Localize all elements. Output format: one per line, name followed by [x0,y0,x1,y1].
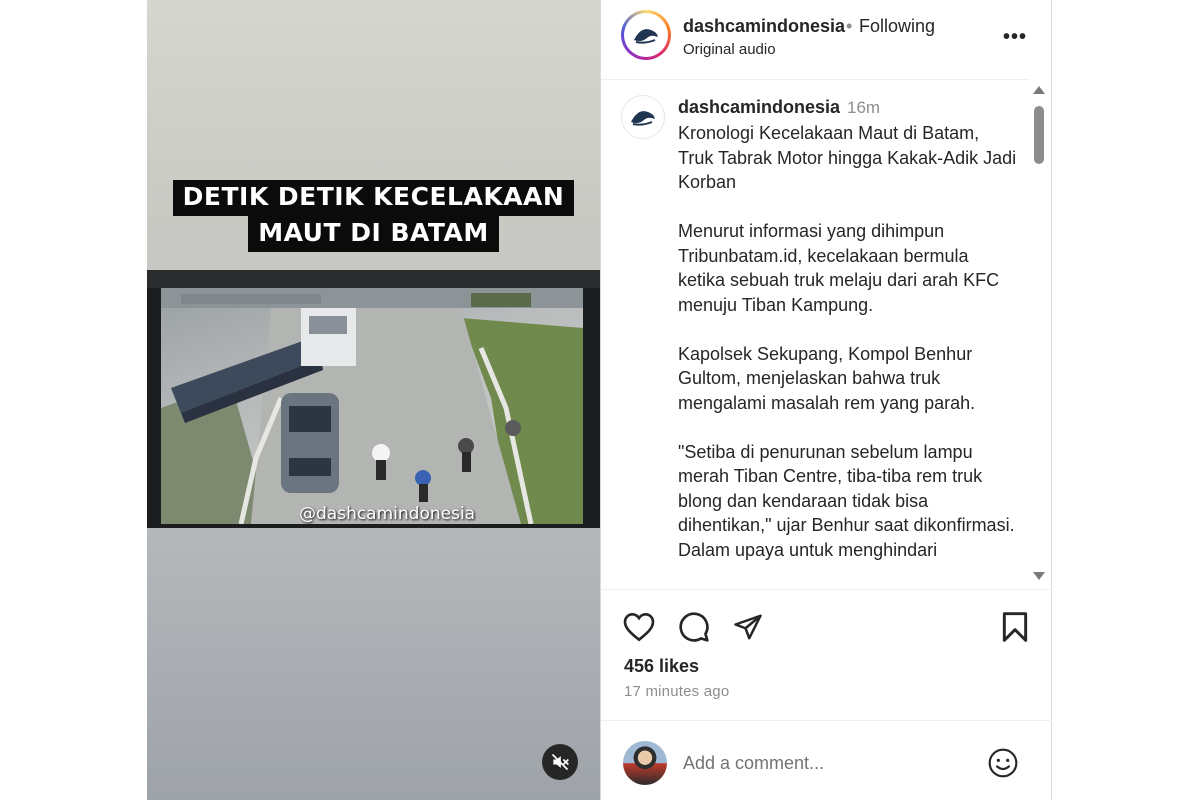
frame-top-strip [147,270,600,288]
video-title-line-1: DETIK DETIK KECELAKAAN [172,180,575,216]
original-audio-link[interactable]: Original audio [683,41,776,58]
heart-icon [623,612,655,642]
current-user-avatar [623,741,667,785]
post-header: dashcamindonesia • Following Original au… [601,0,1029,80]
following-button[interactable]: Following [859,16,935,37]
scroll-up-arrow-icon[interactable] [1033,86,1045,94]
caption-author-avatar[interactable] [621,95,665,139]
post-actions: 456 likes 17 minutes ago [601,589,1052,719]
author-username[interactable]: dashcamindonesia [683,16,845,37]
comment-button[interactable] [677,610,711,644]
emoji-button[interactable] [987,747,1019,779]
bookmark-icon [1002,612,1028,642]
scroll-down-arrow-icon[interactable] [1033,572,1045,580]
dashcam-logo-icon [630,19,662,51]
cctv-scene [161,288,583,524]
post-timestamp[interactable]: 17 minutes ago [624,683,729,700]
comment-bar [601,720,1052,800]
share-button[interactable] [731,610,765,644]
share-icon [734,614,762,640]
video-watermark: @dashcamindonesia [299,504,476,524]
mute-button[interactable] [542,744,578,780]
cctv-frame: @dashcamindonesia [147,270,600,528]
likes-count[interactable]: 456 likes [624,656,699,677]
comment-input[interactable] [683,749,973,777]
caption-scrollbar[interactable] [1031,86,1047,584]
dashcam-logo-icon [631,111,655,126]
emoji-icon [988,748,1018,778]
scroll-thumb[interactable] [1034,106,1044,164]
caption-username[interactable]: dashcamindonesia [678,97,840,118]
header-separator: • [846,16,853,36]
post-info-panel: dashcamindonesia • Following Original au… [600,0,1052,800]
more-options-icon[interactable]: ••• [1003,26,1027,49]
video-title-line-2: MAUT DI BATAM [248,216,499,252]
cctv-footage: @dashcamindonesia [161,288,583,524]
author-avatar[interactable] [621,10,671,60]
save-button[interactable] [998,610,1032,644]
reel-video[interactable]: DETIK DETIK KECELAKAAN MAUT DI BATAM @da… [147,0,600,800]
like-button[interactable] [622,610,656,644]
caption-section: dashcamindonesia 16m Kronologi Kecelakaa… [601,81,1029,589]
video-overlay-title: DETIK DETIK KECELAKAAN MAUT DI BATAM [147,180,600,252]
caption-text: Kronologi Kecelakaan Maut di Batam, Truk… [678,123,1017,560]
comment-icon [679,612,709,642]
speaker-muted-icon [551,753,569,771]
caption-timestamp[interactable]: 16m [847,98,880,118]
